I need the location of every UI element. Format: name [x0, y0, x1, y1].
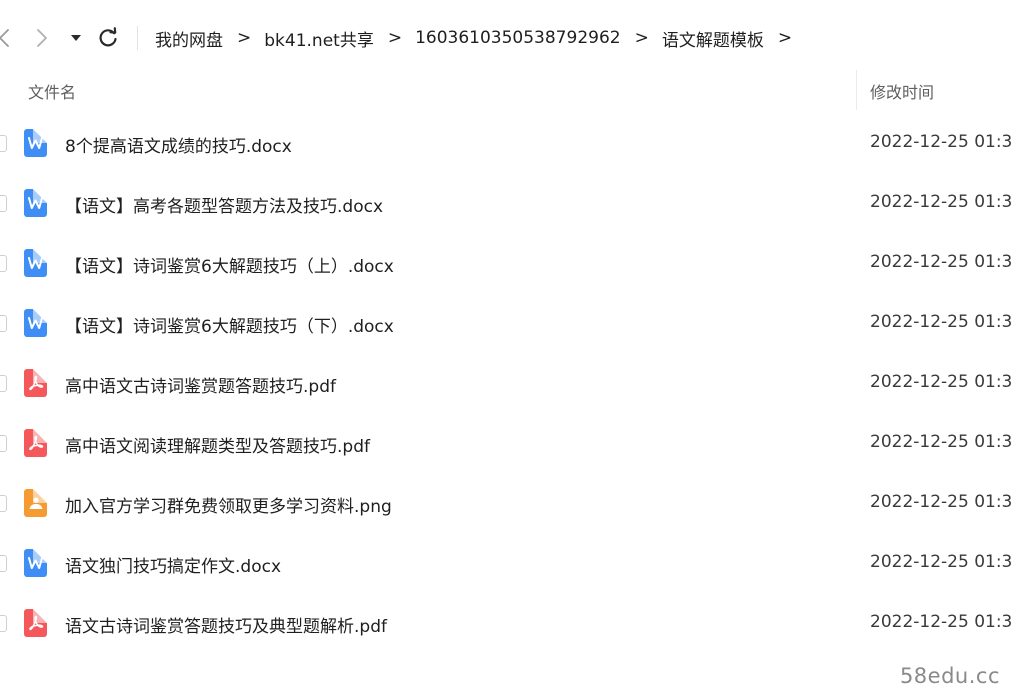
- row-checkbox[interactable]: [0, 135, 7, 152]
- file-modified-time: 2022-12-25 01:30: [870, 432, 1012, 452]
- file-modified-time: 2022-12-25 01:30: [870, 552, 1012, 572]
- breadcrumb-separator: >: [387, 28, 403, 48]
- file-modified-time: 2022-12-25 01:30: [870, 252, 1012, 272]
- row-checkbox[interactable]: [0, 315, 7, 332]
- file-modified-time: 2022-12-25 01:30: [870, 192, 1012, 212]
- file-row[interactable]: 【语文】诗词鉴赏6大解题技巧（上）.docx 2022-12-25 01:30: [0, 234, 1012, 294]
- row-checkbox[interactable]: [0, 615, 7, 632]
- word-file-icon: [24, 309, 47, 337]
- file-row[interactable]: 高中语文阅读理解题类型及答题技巧.pdf 2022-12-25 01:30: [0, 414, 1012, 474]
- pdf-file-icon: [24, 609, 47, 637]
- file-row[interactable]: 8个提高语文成绩的技巧.docx 2022-12-25 01:30: [0, 114, 1012, 174]
- file-name[interactable]: 高中语文古诗词鉴赏题答题技巧.pdf: [65, 372, 336, 397]
- back-button[interactable]: [0, 22, 14, 54]
- caret-down-icon: [71, 35, 81, 41]
- file-modified-time: 2022-12-25 01:30: [870, 612, 1012, 632]
- file-modified-time: 2022-12-25 01:30: [870, 132, 1012, 152]
- breadcrumb-item-shared[interactable]: bk41.net共享: [264, 26, 374, 51]
- file-name[interactable]: 【语文】诗词鉴赏6大解题技巧（下）.docx: [65, 312, 394, 337]
- toolbar-divider: [137, 26, 138, 50]
- image-file-icon: [24, 489, 47, 517]
- file-modified-time: 2022-12-25 01:30: [870, 372, 1012, 392]
- word-file-icon: [24, 249, 47, 277]
- file-row[interactable]: 语文独门技巧搞定作文.docx 2022-12-25 01:30: [0, 534, 1012, 594]
- column-resize-handle[interactable]: [856, 70, 857, 110]
- word-file-icon: [24, 129, 47, 157]
- row-checkbox[interactable]: [0, 195, 7, 212]
- file-row[interactable]: 加入官方学习群免费领取更多学习资料.png 2022-12-25 01:30: [0, 474, 1012, 534]
- breadcrumb-separator: >: [777, 28, 793, 48]
- breadcrumb-separator: >: [237, 28, 252, 48]
- pdf-file-icon: [24, 369, 47, 397]
- file-name[interactable]: 语文古诗词鉴赏答题技巧及典型题解析.pdf: [65, 612, 387, 637]
- file-row[interactable]: 【语文】高考各题型答题方法及技巧.docx 2022-12-25 01:30: [0, 174, 1012, 234]
- history-dropdown-button[interactable]: [66, 22, 86, 54]
- word-file-icon: [24, 189, 47, 217]
- chevron-right-icon: [37, 29, 47, 47]
- file-row[interactable]: 【语文】诗词鉴赏6大解题技巧（下）.docx 2022-12-25 01:30: [0, 294, 1012, 354]
- file-name[interactable]: 【语文】诗词鉴赏6大解题技巧（上）.docx: [65, 252, 394, 277]
- breadcrumb: 我的网盘 > bk41.net共享 > 1603610350538792962 …: [155, 24, 805, 52]
- row-checkbox[interactable]: [0, 555, 7, 572]
- breadcrumb-item-folder-id[interactable]: 1603610350538792962: [415, 28, 621, 48]
- pdf-file-icon: [24, 429, 47, 457]
- file-modified-time: 2022-12-25 01:30: [870, 312, 1012, 332]
- column-header: 文件名 修改时间: [0, 70, 1012, 110]
- forward-button[interactable]: [30, 22, 54, 54]
- breadcrumb-separator: >: [634, 28, 649, 48]
- refresh-button[interactable]: [94, 22, 122, 54]
- row-checkbox[interactable]: [0, 255, 7, 272]
- file-modified-time: 2022-12-25 01:30: [870, 492, 1012, 512]
- file-name[interactable]: 高中语文阅读理解题类型及答题技巧.pdf: [65, 432, 370, 457]
- file-name[interactable]: 加入官方学习群免费领取更多学习资料.png: [65, 492, 392, 517]
- file-list: 8个提高语文成绩的技巧.docx 2022-12-25 01:30 【语文】高考…: [0, 114, 1012, 654]
- file-row[interactable]: 语文古诗词鉴赏答题技巧及典型题解析.pdf 2022-12-25 01:30: [0, 594, 1012, 654]
- chevron-left-icon: [0, 29, 9, 47]
- navigation-toolbar: 我的网盘 > bk41.net共享 > 1603610350538792962 …: [0, 0, 1012, 76]
- column-header-modified[interactable]: 修改时间: [870, 79, 934, 103]
- file-name[interactable]: 语文独门技巧搞定作文.docx: [65, 552, 281, 577]
- refresh-icon: [99, 27, 117, 47]
- file-row[interactable]: 高中语文古诗词鉴赏题答题技巧.pdf 2022-12-25 01:30: [0, 354, 1012, 414]
- file-name[interactable]: 【语文】高考各题型答题方法及技巧.docx: [65, 192, 383, 217]
- breadcrumb-item-my-drive[interactable]: 我的网盘: [155, 26, 223, 51]
- column-header-name[interactable]: 文件名: [28, 79, 76, 103]
- word-file-icon: [24, 549, 47, 577]
- file-name[interactable]: 8个提高语文成绩的技巧.docx: [65, 132, 292, 157]
- row-checkbox[interactable]: [0, 435, 7, 452]
- row-checkbox[interactable]: [0, 495, 7, 512]
- watermark: 58edu.cc: [899, 664, 1000, 688]
- row-checkbox[interactable]: [0, 375, 7, 392]
- breadcrumb-item-current-folder[interactable]: 语文解题模板: [662, 26, 764, 51]
